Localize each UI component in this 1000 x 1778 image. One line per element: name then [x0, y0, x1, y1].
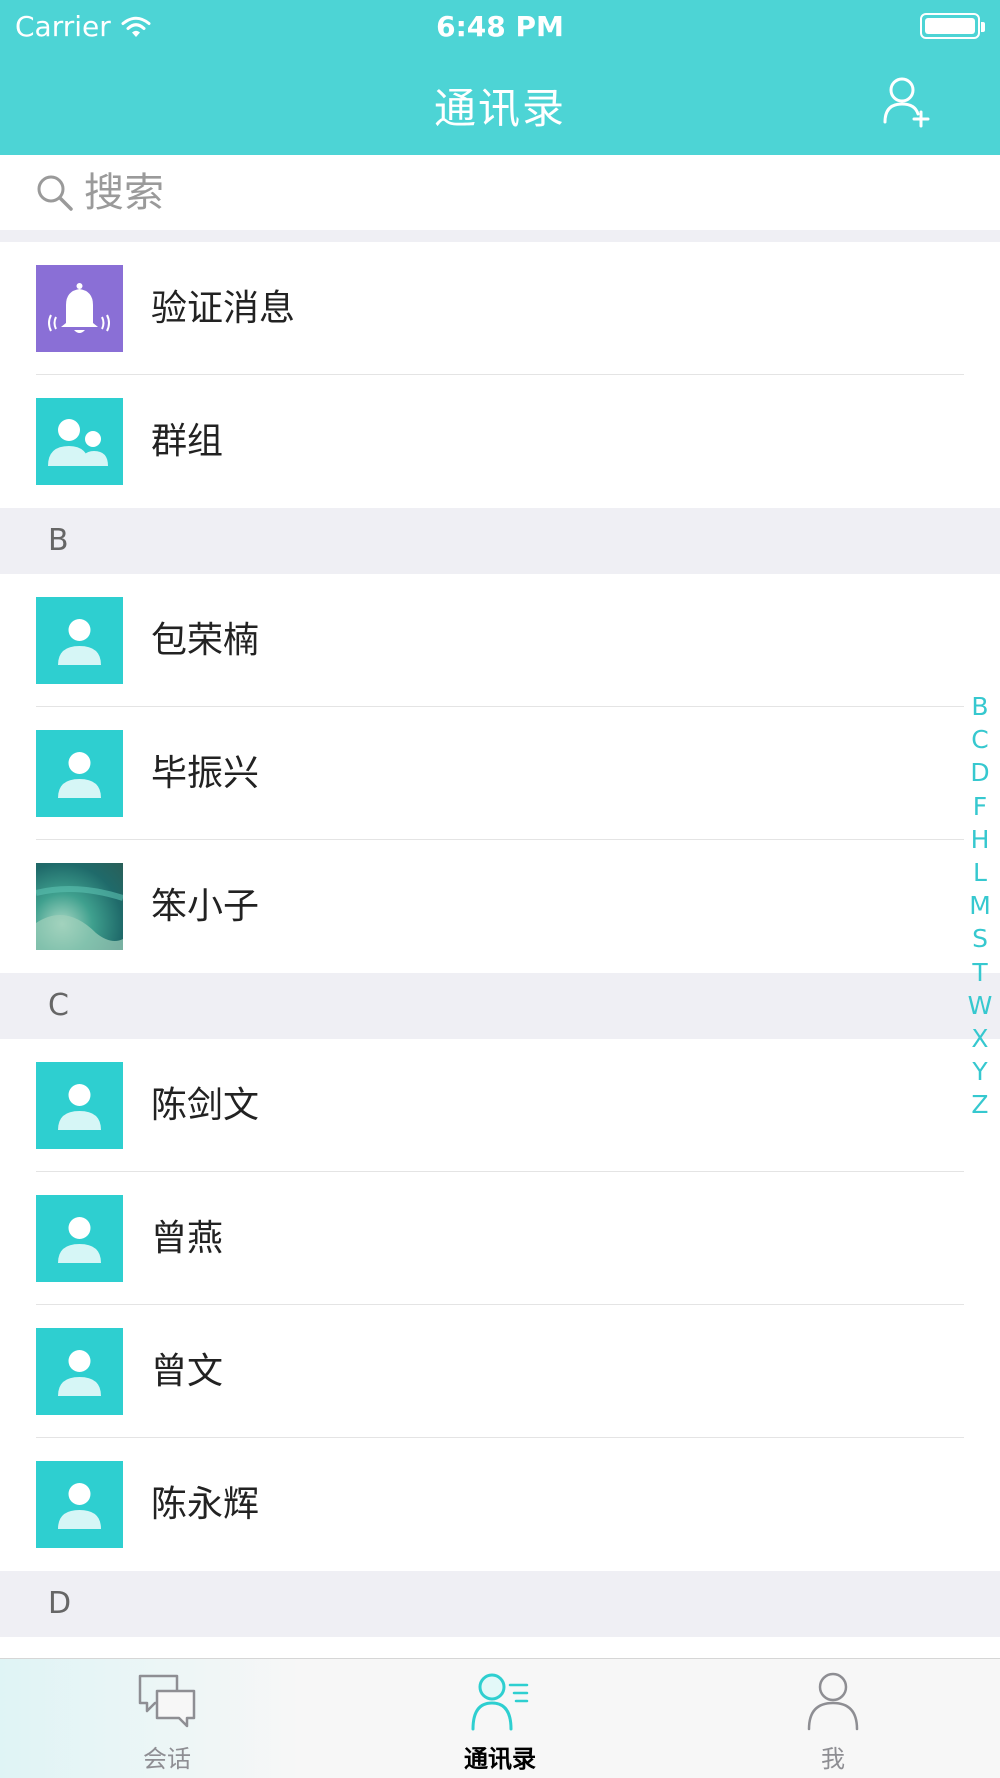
section-header: C	[0, 973, 1000, 1039]
avatar	[36, 1461, 123, 1548]
contact-row[interactable]: 曾文	[0, 1305, 1000, 1438]
contact-name: 曾文	[151, 1351, 224, 1392]
contact-name: 毕振兴	[151, 753, 260, 794]
contacts-icon	[471, 1673, 529, 1731]
search-input[interactable]	[84, 169, 964, 216]
section-header: B	[0, 508, 1000, 574]
index-letter[interactable]: S	[960, 922, 1000, 955]
section-gap	[0, 230, 1000, 242]
avatar	[36, 1195, 123, 1282]
avatar	[36, 863, 123, 950]
search-bar[interactable]	[0, 155, 1000, 230]
tab-contacts[interactable]: 通讯录	[400, 1659, 600, 1778]
index-letter[interactable]: M	[960, 889, 1000, 922]
list-item-groups[interactable]: 群组	[0, 375, 1000, 508]
index-letter[interactable]: H	[960, 823, 1000, 856]
contact-name: 笨小子	[151, 886, 260, 927]
contact-row[interactable]: 陈永辉	[0, 1438, 1000, 1571]
contact-list[interactable]: 验证消息 群组 B 包荣楠 毕振兴 笨小子 C 陈剑文 曾燕 曾文 陈永辉 D	[0, 242, 1000, 1770]
index-letter[interactable]: D	[960, 756, 1000, 789]
search-icon	[37, 175, 73, 211]
contact-row[interactable]: 包荣楠	[0, 574, 1000, 707]
tab-bar: 会话 通讯录 我	[0, 1658, 1000, 1778]
index-letter[interactable]: W	[960, 989, 1000, 1022]
contact-row[interactable]: 笨小子	[0, 840, 1000, 973]
tab-conversations[interactable]: 会话	[67, 1659, 267, 1778]
battery-icon	[920, 13, 985, 39]
contact-row[interactable]: 曾燕	[0, 1172, 1000, 1305]
list-item-verification[interactable]: 验证消息	[0, 242, 1000, 375]
add-user-icon[interactable]	[882, 76, 932, 128]
index-letter[interactable]: Y	[960, 1055, 1000, 1088]
avatar	[36, 730, 123, 817]
status-time: 6:48 PM	[436, 10, 564, 43]
tab-label: 我	[821, 1745, 845, 1773]
bell-icon	[36, 265, 123, 352]
person-icon	[807, 1672, 859, 1731]
index-letter[interactable]: X	[960, 1022, 1000, 1055]
index-letter[interactable]: L	[960, 856, 1000, 889]
alphabet-index[interactable]: B C D F H L M S T W X Y Z	[960, 690, 1000, 1121]
group-icon	[36, 398, 123, 485]
index-letter[interactable]: C	[960, 723, 1000, 756]
navigation-bar: Carrier 6:48 PM 通讯录	[0, 0, 1000, 155]
chat-bubbles-icon	[138, 1674, 196, 1728]
avatar	[36, 597, 123, 684]
contact-name: 陈永辉	[151, 1484, 260, 1525]
avatar	[36, 1062, 123, 1149]
list-item-label: 群组	[151, 421, 224, 462]
index-letter[interactable]: F	[960, 790, 1000, 823]
tab-me[interactable]: 我	[733, 1659, 933, 1778]
contact-name: 曾燕	[151, 1218, 224, 1259]
index-letter[interactable]: Z	[960, 1088, 1000, 1121]
avatar	[36, 1328, 123, 1415]
contact-row[interactable]: 毕振兴	[0, 707, 1000, 840]
contact-row[interactable]: 陈剑文	[0, 1039, 1000, 1172]
tab-label: 通讯录	[464, 1745, 536, 1773]
index-letter[interactable]: T	[960, 956, 1000, 989]
contact-name: 包荣楠	[151, 620, 260, 661]
page-title: 通讯录	[433, 84, 566, 133]
index-letter[interactable]: B	[960, 690, 1000, 723]
tab-label: 会话	[143, 1745, 191, 1773]
section-header: D	[0, 1571, 1000, 1637]
contact-name: 陈剑文	[151, 1085, 260, 1126]
list-item-label: 验证消息	[151, 288, 296, 329]
